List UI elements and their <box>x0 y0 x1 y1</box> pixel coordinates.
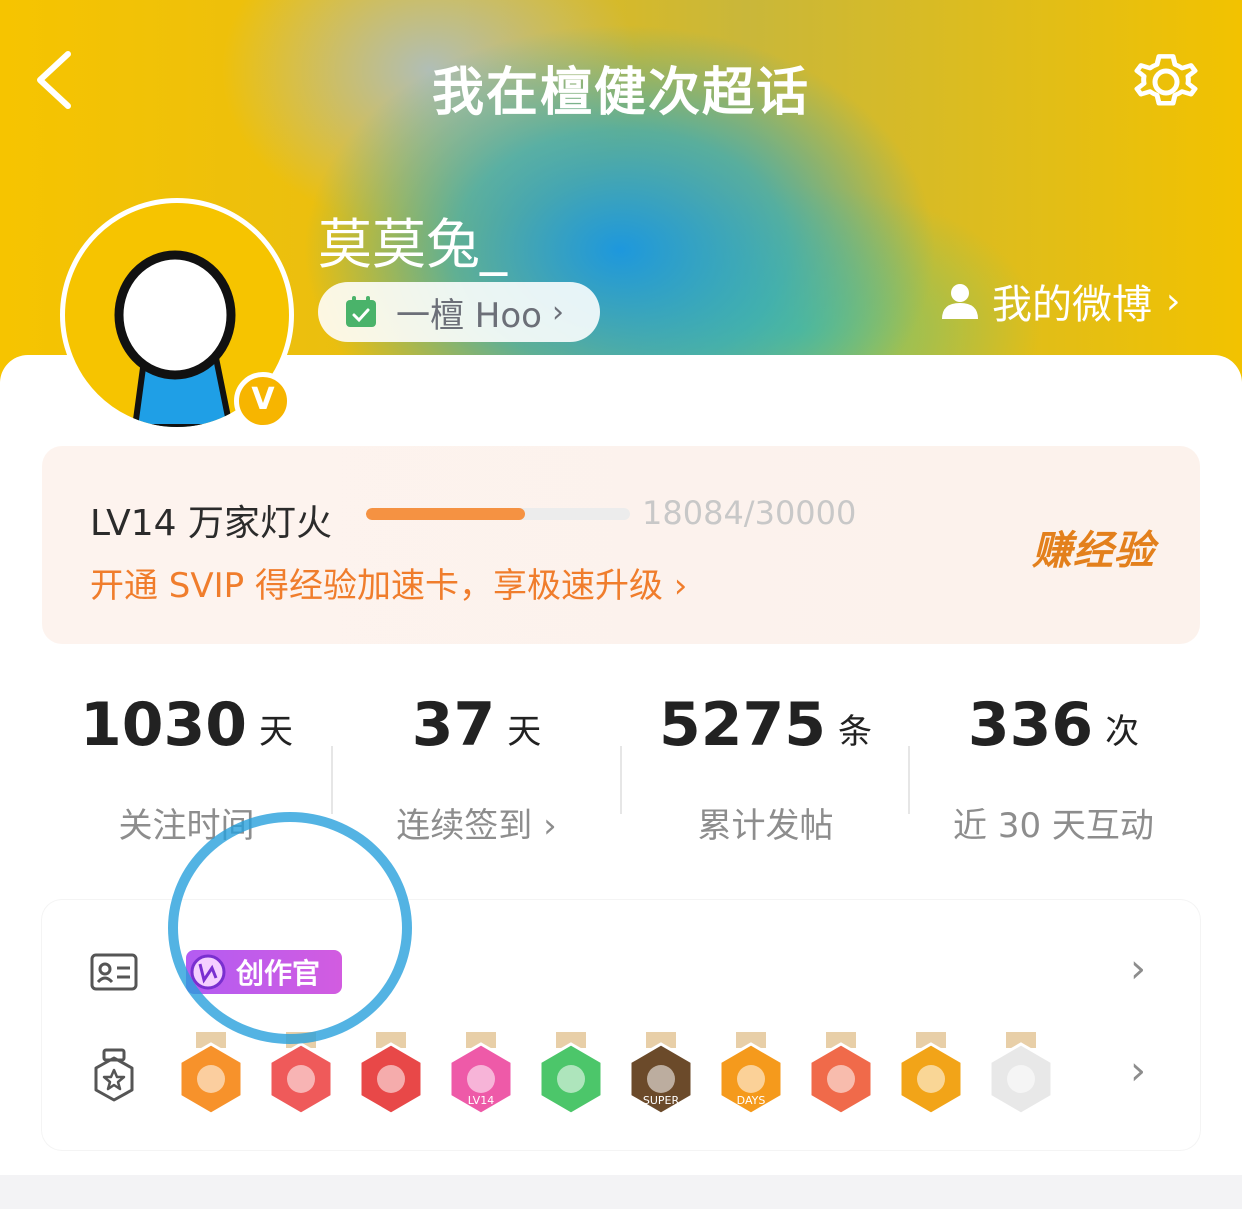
chevron-right-icon[interactable]: › <box>1130 1048 1146 1094</box>
stat-unit: 天 <box>259 712 293 752</box>
username: 莫莫兔_ <box>318 213 507 276</box>
title-pill[interactable]: 一檀 Hoo › <box>318 282 600 342</box>
level-progress-fill <box>366 508 526 520</box>
person-icon <box>942 284 978 319</box>
crown-medal-icon[interactable] <box>176 1032 246 1116</box>
stat-unit: 天 <box>507 712 542 752</box>
stat-label: 近 30 天互动 <box>953 806 1154 846</box>
chevron-right-icon: › <box>551 294 564 330</box>
flame-medal-icon[interactable] <box>896 1032 966 1116</box>
stat-total-posts: 5275 条 累计发帖 <box>621 690 910 847</box>
creator-mascot-icon <box>190 954 226 990</box>
stat-value: 37 <box>411 690 496 760</box>
stat-follow-days: 1030 天 关注时间 <box>42 690 331 847</box>
rock-hand-medal-icon[interactable] <box>806 1032 876 1116</box>
id-card-icon <box>90 953 138 991</box>
medal-badge-icon <box>94 1048 134 1102</box>
chevron-right-icon[interactable]: › <box>1130 946 1146 992</box>
stat-value: 336 <box>967 690 1094 760</box>
stat-unit: 条 <box>838 712 872 752</box>
creator-badge[interactable]: 创作官 <box>186 950 342 994</box>
svip-promo-text: 开通 SVIP 得经验加速卡，享极速升级 <box>90 566 663 606</box>
level-progress-bar <box>366 508 630 520</box>
bottom-divider <box>0 1175 1242 1209</box>
super-medal-icon[interactable]: SUPER <box>626 1032 696 1116</box>
stat-value: 1030 <box>80 690 247 760</box>
title-pill-label: 一檀 Hoo <box>396 295 542 336</box>
30-days-medal-icon[interactable]: DAYS <box>716 1032 786 1116</box>
level-label: LV14 万家灯火 <box>90 503 332 544</box>
stat-checkin-streak[interactable]: 37 天 连续签到 › <box>332 690 621 847</box>
calendar-check-icon <box>346 296 376 327</box>
medal-text: LV14 <box>468 1094 494 1107</box>
hand-medal-icon[interactable] <box>536 1032 606 1116</box>
creator-badge-label: 创作官 <box>236 957 321 990</box>
stat-interactions: 336 次 近 30 天互动 <box>909 690 1198 847</box>
earn-exp-button[interactable]: 赚经验 <box>1032 518 1155 576</box>
my-weibo-link[interactable]: 我的微博 › <box>940 272 1180 330</box>
page-title: 我在檀健次超话 <box>431 63 810 123</box>
owl-medal-icon[interactable] <box>986 1032 1056 1116</box>
verified-badge: V <box>234 372 292 430</box>
level-card[interactable]: LV14 万家灯火 18084/30000 开通 SVIP 得经验加速卡，享极速… <box>42 446 1200 644</box>
chevron-right-icon: › <box>663 566 688 606</box>
honors-card: 创作官 › LV14 SUPER DAYS › <box>42 900 1200 1150</box>
lv14-medal-icon[interactable]: LV14 <box>446 1032 516 1116</box>
svip-promo-link[interactable]: 开通 SVIP 得经验加速卡，享极速升级 › <box>90 558 687 607</box>
stat-label: 累计发帖 <box>697 806 834 846</box>
level-progress-text: 18084/30000 <box>642 494 857 532</box>
stat-label: 连续签到 <box>396 806 533 846</box>
chevron-right-icon: › <box>1166 280 1181 322</box>
mascot-medal-icon[interactable] <box>356 1032 426 1116</box>
stat-label: 关注时间 <box>118 806 255 846</box>
stat-value: 5275 <box>659 690 826 760</box>
my-weibo-label: 我的微博 <box>992 282 1152 328</box>
stat-unit: 次 <box>1105 712 1140 752</box>
page: 我在檀健次超话 V 莫莫兔_ 一檀 Hoo › 我的微博 › LV14 万家灯火… <box>0 0 1242 1209</box>
settings-button[interactable] <box>1128 44 1204 120</box>
stats-row: 1030 天 关注时间 37 天 连续签到 › 5275 条 累计发帖 336 次 近 … <box>42 690 1200 870</box>
medal-text: SUPER <box>643 1094 680 1107</box>
chevron-right-icon: › <box>543 806 557 846</box>
medal-text: DAYS <box>737 1094 766 1107</box>
trophy-medal-icon[interactable] <box>266 1032 336 1116</box>
gear-icon <box>1134 54 1198 106</box>
